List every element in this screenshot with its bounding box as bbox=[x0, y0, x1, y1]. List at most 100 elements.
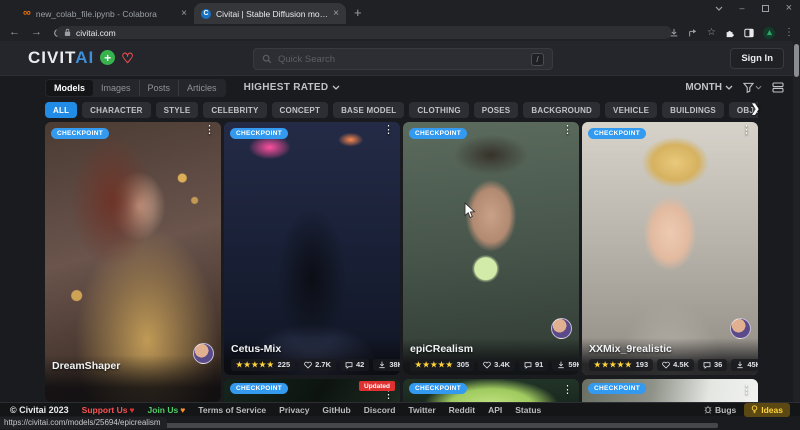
footer-link-terms[interactable]: Terms of Service bbox=[198, 405, 266, 415]
bugs-button[interactable]: Bugs bbox=[704, 405, 736, 415]
close-window-button[interactable]: × bbox=[786, 2, 792, 14]
chip-scroll-right-icon[interactable]: ❯ bbox=[751, 102, 760, 115]
footer-link-status[interactable]: Status bbox=[515, 405, 541, 415]
card-menu-kebab-icon[interactable]: ⋮ bbox=[383, 390, 394, 401]
card-menu-kebab-icon[interactable]: ⋮ bbox=[741, 385, 752, 396]
layout-toggle-icon[interactable] bbox=[772, 82, 784, 93]
checkpoint-badge: CHECKPOINT bbox=[230, 383, 288, 394]
tab-close-icon[interactable]: × bbox=[181, 8, 187, 19]
period-label: MONTH bbox=[685, 82, 722, 93]
heart-icon bbox=[483, 361, 491, 369]
model-card-xxmix[interactable]: CHECKPOINT ⋮ XXMix_9realistic ★★★★★193 4… bbox=[582, 122, 758, 375]
download-icon[interactable] bbox=[669, 28, 679, 38]
category-chip-celebrity[interactable]: CELEBRITY bbox=[203, 102, 266, 118]
tab-colab[interactable]: ∞ new_colab_file.ipynb - Colabora × bbox=[16, 3, 194, 24]
footer-link-join[interactable]: Join Us♥ bbox=[148, 405, 186, 415]
site-footer: © Civitai 2023 Support Us♥ Join Us♥ Term… bbox=[0, 402, 800, 416]
rating-count: 225 bbox=[278, 361, 291, 369]
creator-avatar[interactable] bbox=[193, 343, 214, 364]
category-chip-poses[interactable]: POSES bbox=[474, 102, 519, 118]
upload-plus-button[interactable]: + bbox=[100, 50, 115, 65]
heart-icon[interactable]: ♡ bbox=[121, 51, 134, 65]
card-menu-kebab-icon[interactable]: ⋮ bbox=[562, 385, 573, 396]
extensions-icon[interactable] bbox=[725, 28, 735, 38]
creator-avatar[interactable] bbox=[730, 318, 751, 339]
side-panel-icon[interactable] bbox=[744, 28, 754, 38]
comments-stat[interactable]: 42 bbox=[340, 359, 369, 371]
footer-link-reddit[interactable]: Reddit bbox=[449, 405, 475, 415]
tab-title: new_colab_file.ipynb - Colabora bbox=[36, 9, 176, 19]
horizontal-scrollbar-thumb[interactable] bbox=[150, 423, 718, 428]
menu-kebab-icon[interactable]: ⋮ bbox=[784, 27, 794, 38]
footer-link-api[interactable]: API bbox=[488, 405, 502, 415]
search-shortcut-key: / bbox=[531, 53, 544, 66]
model-card-cetus-mix[interactable]: CHECKPOINT ⋮ Cetus-Mix ★★★★★225 2.7K 42 … bbox=[224, 122, 400, 375]
browser-toolbar: ← → civitai.com ☆ ⋮ bbox=[0, 24, 800, 41]
comments-stat[interactable]: 36 bbox=[698, 359, 727, 371]
likes-stat[interactable]: 2.7K bbox=[299, 359, 336, 371]
footer-link-github[interactable]: GitHub bbox=[322, 405, 350, 415]
maximize-button[interactable] bbox=[762, 5, 769, 12]
chevron-down-icon bbox=[755, 85, 762, 90]
new-tab-button[interactable]: + bbox=[354, 5, 362, 20]
downloads-stat[interactable]: 38K bbox=[373, 359, 400, 371]
creator-avatar[interactable] bbox=[551, 318, 572, 339]
model-card-epicrealism[interactable]: CHECKPOINT ⋮ epiCRealism ★★★★★305 3.4K 9… bbox=[403, 122, 579, 375]
category-chip-character[interactable]: CHARACTER bbox=[82, 102, 150, 118]
url-bar[interactable]: civitai.com bbox=[56, 26, 672, 39]
search-input[interactable]: Quick Search / bbox=[253, 48, 553, 70]
card-menu-kebab-icon[interactable]: ⋮ bbox=[383, 125, 394, 136]
category-chip-base-model[interactable]: BASE MODEL bbox=[333, 102, 404, 118]
tab-images[interactable]: Images bbox=[93, 80, 139, 96]
heart-icon bbox=[304, 361, 312, 369]
likes-count: 2.7K bbox=[315, 361, 331, 369]
card-menu-kebab-icon[interactable]: ⋮ bbox=[204, 125, 215, 136]
model-card-partial[interactable]: CHECKPOINT ⋮ bbox=[403, 379, 579, 402]
category-chip-background[interactable]: BACKGROUND bbox=[523, 102, 600, 118]
likes-stat[interactable]: 3.4K bbox=[478, 359, 515, 371]
sign-in-button[interactable]: Sign In bbox=[730, 48, 784, 69]
tab-search-chevron-icon[interactable] bbox=[715, 6, 723, 11]
category-chip-clothing[interactable]: CLOTHING bbox=[409, 102, 468, 118]
category-chip-concept[interactable]: CONCEPT bbox=[272, 102, 329, 118]
downloads-stat[interactable]: 45K bbox=[731, 359, 758, 371]
colab-favicon-icon: ∞ bbox=[23, 8, 31, 19]
category-chip-buildings[interactable]: BUILDINGS bbox=[662, 102, 724, 118]
bookmark-star-icon[interactable]: ☆ bbox=[707, 27, 716, 38]
card-menu-kebab-icon[interactable]: ⋮ bbox=[741, 125, 752, 136]
scrollbar-thumb[interactable] bbox=[794, 44, 799, 77]
share-icon[interactable] bbox=[688, 28, 698, 38]
period-dropdown[interactable]: MONTH bbox=[685, 82, 733, 93]
model-card-dreamshaper[interactable]: CHECKPOINT ⋮ DreamShaper bbox=[45, 122, 221, 402]
likes-stat[interactable]: 4.5K bbox=[657, 359, 694, 371]
model-card-partial[interactable]: CHECKPOINT Updated ⋮ bbox=[224, 379, 400, 402]
tab-posts[interactable]: Posts bbox=[139, 80, 179, 96]
profile-avatar[interactable] bbox=[763, 27, 775, 39]
footer-link-support[interactable]: Support Us♥ bbox=[82, 405, 135, 415]
card-menu-kebab-icon[interactable]: ⋮ bbox=[562, 125, 573, 136]
model-card-partial[interactable]: CHECKPOINT ⋮ bbox=[582, 379, 758, 402]
tab-articles[interactable]: Articles bbox=[178, 80, 225, 96]
logo-ai-text: AI bbox=[75, 48, 94, 67]
downloads-stat[interactable]: 59K bbox=[552, 359, 579, 371]
civitai-logo[interactable]: CIVITAI + ♡ bbox=[28, 49, 134, 66]
category-chip-style[interactable]: STYLE bbox=[156, 102, 199, 118]
comments-stat[interactable]: 91 bbox=[519, 359, 548, 371]
tab-models[interactable]: Models bbox=[46, 80, 93, 96]
category-chip-all[interactable]: ALL bbox=[45, 102, 77, 118]
browser-tab-bar: ∞ new_colab_file.ipynb - Colabora × C Ci… bbox=[0, 0, 800, 24]
footer-link-privacy[interactable]: Privacy bbox=[279, 405, 309, 415]
back-button[interactable]: ← bbox=[9, 27, 20, 38]
forward-button[interactable]: → bbox=[31, 27, 42, 38]
lock-icon bbox=[64, 28, 71, 37]
tab-close-icon[interactable]: × bbox=[333, 8, 339, 19]
filter-dropdown[interactable] bbox=[743, 82, 762, 93]
footer-link-discord[interactable]: Discord bbox=[364, 405, 396, 415]
tab-civitai[interactable]: C Civitai | Stable Diffusion models × bbox=[194, 3, 346, 24]
vertical-scrollbar[interactable] bbox=[793, 41, 800, 416]
sort-dropdown[interactable]: HIGHEST RATED bbox=[244, 82, 341, 93]
category-chip-vehicle[interactable]: VEHICLE bbox=[605, 102, 657, 118]
minimize-button[interactable]: – bbox=[740, 3, 745, 13]
ideas-button[interactable]: Ideas bbox=[744, 403, 790, 417]
footer-link-twitter[interactable]: Twitter bbox=[408, 405, 435, 415]
